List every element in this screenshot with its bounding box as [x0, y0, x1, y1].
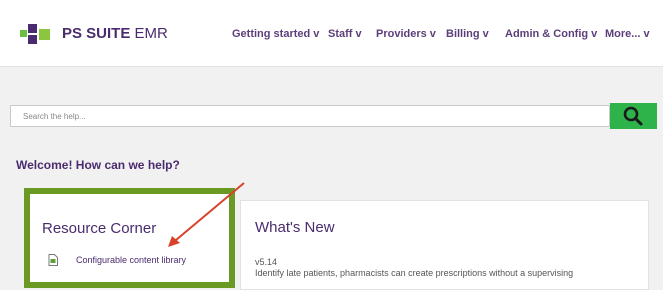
nav-providers[interactable]: Providers v — [376, 27, 436, 41]
search-bar — [10, 105, 610, 127]
search-button[interactable] — [610, 103, 657, 129]
ps-suite-logo[interactable] — [20, 22, 52, 46]
welcome-heading: Welcome! How can we help? — [16, 158, 180, 172]
top-header: PS SUITE EMR Getting started v Staff v P… — [0, 0, 663, 67]
brand-name[interactable]: PS SUITE EMR — [62, 25, 168, 43]
search-icon — [623, 106, 643, 126]
nav-getting-started[interactable]: Getting started v — [232, 27, 319, 41]
configurable-content-library-link[interactable]: Configurable content library — [76, 255, 186, 265]
resource-corner-title: Resource Corner — [42, 220, 157, 237]
whats-new-description: Identify late patients, pharmacists can … — [255, 268, 574, 278]
nav-more[interactable]: More... v — [605, 27, 650, 41]
brand-name-bold: PS SUITE — [62, 25, 131, 42]
brand-name-rest: EMR — [130, 25, 168, 42]
version-label: v5.14 — [255, 257, 278, 267]
nav-billing[interactable]: Billing v — [446, 27, 489, 41]
document-icon — [48, 254, 58, 266]
nav-staff[interactable]: Staff v — [328, 27, 362, 41]
search-input[interactable] — [11, 106, 609, 126]
nav-admin-config[interactable]: Admin & Config v — [505, 27, 597, 41]
whats-new-title: What's New — [255, 219, 335, 236]
whats-new-card: What's New v5.14 Identify late patients,… — [240, 200, 649, 290]
resource-corner-card: Resource Corner Configurable content lib… — [24, 188, 235, 288]
